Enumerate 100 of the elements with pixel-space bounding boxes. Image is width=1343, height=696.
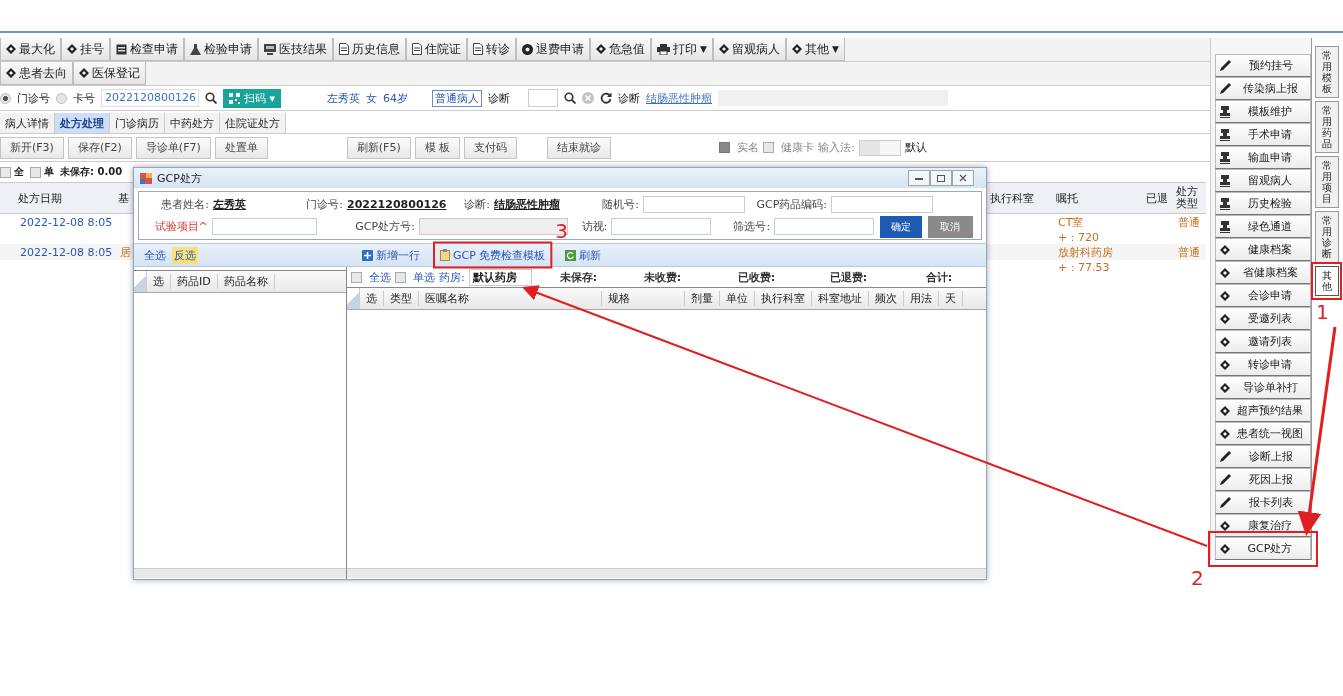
- toolbar-button[interactable]: 转诊: [467, 38, 516, 61]
- side-menu-item[interactable]: 手术申请: [1215, 123, 1311, 146]
- radio-label: 卡号: [73, 90, 95, 106]
- checkbox[interactable]: [719, 142, 731, 153]
- diagnosis-link[interactable]: 结肠恶性肿瘤: [646, 90, 713, 106]
- scrollbar[interactable]: [134, 568, 346, 578]
- tab[interactable]: 门诊病历: [110, 113, 165, 133]
- toolbar-button[interactable]: 住院证: [406, 38, 467, 61]
- text-field[interactable]: [831, 196, 933, 213]
- side-menu-item[interactable]: 传染病上报: [1215, 77, 1311, 100]
- column-header: 频次: [869, 291, 904, 306]
- subtotal-text: + : 77.53: [1057, 260, 1110, 274]
- checkbox[interactable]: [351, 271, 362, 283]
- side-menu-item[interactable]: 健康档案: [1215, 238, 1311, 261]
- toolbar-button[interactable]: 刷新: [563, 245, 604, 265]
- toolbar-button[interactable]: 患者去向: [0, 62, 73, 85]
- side-tab[interactable]: 常用药品: [1315, 101, 1339, 153]
- toolbar-button[interactable]: 医技结果: [258, 38, 333, 61]
- side-menu-item[interactable]: 受邀列表: [1215, 307, 1311, 330]
- radio-button[interactable]: [56, 92, 67, 104]
- side-menu-item[interactable]: 转诊申请: [1215, 353, 1311, 376]
- action-button[interactable]: 保存(F2): [67, 136, 132, 159]
- card-number-field[interactable]: 2022120800126: [101, 89, 199, 107]
- action-button[interactable]: 处置单: [214, 136, 268, 159]
- side-menu-item[interactable]: 诊断上报: [1215, 445, 1311, 468]
- table-cell-text: 2022-12-08 8:05: [19, 245, 113, 259]
- text-field[interactable]: [774, 218, 875, 235]
- side-menu-item[interactable]: 导诊单补打: [1215, 376, 1311, 399]
- toolbar-button[interactable]: 危急值: [590, 38, 651, 61]
- side-menu-item[interactable]: 留观病人: [1215, 169, 1311, 192]
- action-button[interactable]: 新开(F3): [0, 136, 64, 159]
- side-menu-item[interactable]: 省健康档案: [1215, 261, 1311, 284]
- side-tab[interactable]: 常用项目: [1315, 156, 1339, 208]
- tab[interactable]: 中药处方: [165, 113, 220, 133]
- toolbar-button[interactable]: 检查申请: [110, 38, 184, 61]
- side-menu-item[interactable]: 超声预约结果: [1215, 399, 1311, 422]
- tab[interactable]: 处方处理: [55, 113, 110, 133]
- toolbar-button[interactable]: GCP 免费检查模板: [438, 245, 548, 265]
- scrollbar[interactable]: [347, 568, 986, 578]
- clear-icon[interactable]: [582, 92, 595, 104]
- toolbar-button[interactable]: 留观病人: [712, 38, 786, 61]
- checkbox[interactable]: [0, 166, 11, 178]
- text-field[interactable]: [611, 218, 712, 235]
- confirm-button[interactable]: 确定: [880, 215, 922, 238]
- stamp-icon: [1220, 220, 1230, 233]
- action-button[interactable]: 支付码: [464, 136, 518, 159]
- side-menu-item[interactable]: 输血申请: [1215, 146, 1311, 169]
- toolbar-button[interactable]: 医保登记: [73, 62, 146, 85]
- side-menu-item[interactable]: GCP处方: [1215, 537, 1311, 560]
- text-field[interactable]: [643, 196, 745, 213]
- action-button[interactable]: 导诊单(F7): [135, 136, 211, 159]
- side-tab[interactable]: 常用模板: [1315, 46, 1339, 98]
- side-menu-item[interactable]: 报卡列表: [1215, 491, 1311, 514]
- side-menu-item[interactable]: 会诊申请: [1215, 284, 1311, 307]
- tab[interactable]: 病人详情: [0, 113, 55, 133]
- side-menu-item[interactable]: 死因上报: [1215, 468, 1311, 491]
- toolbar-button[interactable]: 挂号: [61, 38, 110, 61]
- refresh-icon[interactable]: [600, 92, 613, 104]
- maximize-button[interactable]: [930, 170, 952, 186]
- diamond-icon: [596, 44, 606, 54]
- side-tab[interactable]: 其他: [1315, 266, 1339, 296]
- total-label: 未收费:: [643, 269, 683, 285]
- radio-button[interactable]: [0, 92, 11, 104]
- checkbox[interactable]: [395, 271, 406, 283]
- input-method-toggle[interactable]: [858, 139, 901, 156]
- end-visit-button[interactable]: 结束就诊: [547, 136, 612, 159]
- toolbar-button[interactable]: 新增一行: [360, 245, 422, 265]
- minimize-icon: [915, 176, 923, 180]
- checkbox[interactable]: [30, 166, 41, 178]
- side-menu-item[interactable]: 历史检验: [1215, 192, 1311, 215]
- toolbar-button[interactable]: 其他 ▼: [785, 38, 845, 61]
- side-menu-item[interactable]: 绿色通道: [1215, 215, 1311, 238]
- toolbar-button[interactable]: 打印 ▼: [651, 38, 713, 61]
- search-icon[interactable]: [205, 92, 217, 104]
- diagnosis-code-field[interactable]: [528, 89, 559, 107]
- toolbar-button[interactable]: 退费申请: [516, 38, 590, 61]
- close-button[interactable]: [952, 170, 974, 186]
- side-menu-item[interactable]: 患者统一视图: [1215, 422, 1311, 445]
- toolbar-button[interactable]: 检验申请: [184, 38, 258, 61]
- side-tab[interactable]: 常用诊断: [1315, 211, 1339, 263]
- action-button[interactable]: 刷新(F5): [346, 136, 411, 159]
- text-field[interactable]: [211, 218, 317, 235]
- column-header: 单位: [720, 291, 755, 306]
- minimize-button[interactable]: [908, 170, 930, 186]
- tab[interactable]: 住院证处方: [220, 113, 286, 133]
- patient-type-tag: 普通病人: [432, 89, 483, 107]
- toolbar-button[interactable]: 最大化: [0, 38, 61, 61]
- select-link[interactable]: 反选: [172, 246, 198, 264]
- checkbox[interactable]: [763, 142, 775, 153]
- action-button[interactable]: 模 板: [414, 136, 461, 159]
- select-link[interactable]: 全选: [142, 246, 168, 264]
- side-menu-item[interactable]: 模板维护: [1215, 100, 1311, 123]
- field-label: 筛选号:: [732, 219, 772, 234]
- side-menu-item[interactable]: 预约挂号: [1215, 54, 1311, 77]
- option-label: 实名: [737, 140, 760, 155]
- toolbar-button[interactable]: 历史信息: [333, 38, 406, 61]
- patient-age: 64岁: [383, 90, 409, 106]
- side-menu-item[interactable]: 邀请列表: [1215, 330, 1311, 353]
- search-icon[interactable]: [564, 92, 577, 104]
- pen-icon: [1220, 474, 1231, 485]
